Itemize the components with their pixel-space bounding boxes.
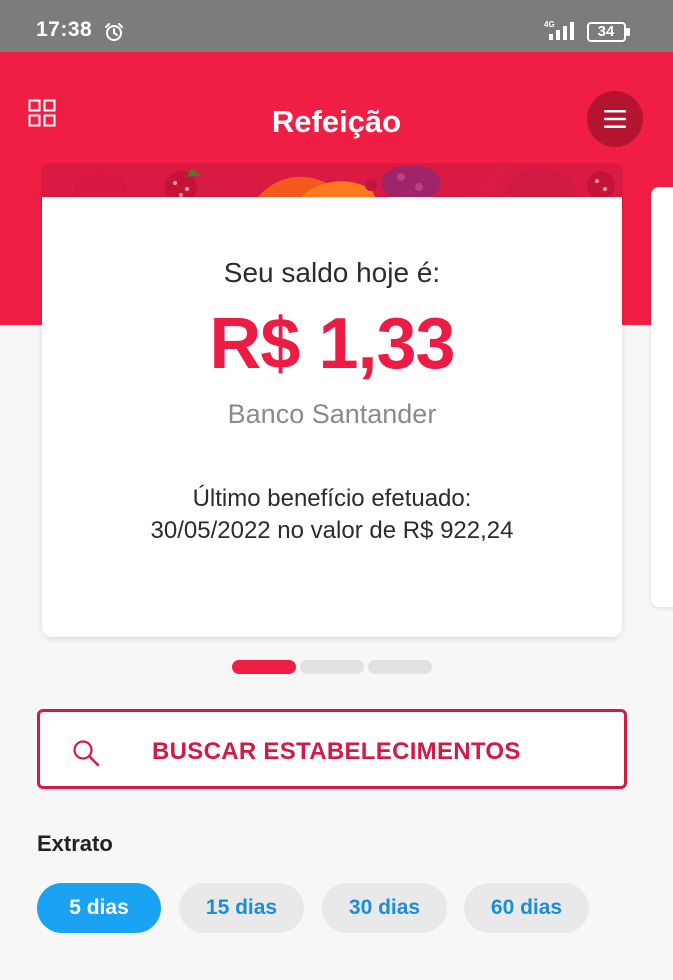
menu-icon [604, 110, 626, 128]
menu-button[interactable] [587, 91, 643, 147]
last-benefit-title: Último benefício efetuado: [192, 485, 472, 512]
statement-title: Extrato [37, 831, 113, 856]
balance-card[interactable]: Seu saldo hoje é: R$ 1,33 Banco Santande… [42, 197, 622, 637]
status-bar: 17:38 4G 34 [0, 0, 673, 52]
signal-icon [549, 22, 574, 40]
pager-dot [232, 660, 296, 674]
search-establishments-button[interactable]: BUSCAR ESTABELECIMENTOS [37, 709, 627, 789]
filter-chip-15-days[interactable]: 15 dias [179, 883, 304, 933]
balance-label: Seu saldo hoje é: [223, 257, 441, 288]
filter-chip-60-days[interactable]: 60 dias [464, 883, 589, 933]
filter-chip-30-days[interactable]: 30 dias [322, 883, 447, 933]
last-benefit-detail: 30/05/2022 no valor de R$ 922,24 [150, 517, 514, 544]
pager-dot [368, 660, 432, 674]
battery-level: 34 [597, 23, 615, 40]
page-title: Refeição [271, 104, 402, 139]
search-icon [73, 740, 100, 767]
last-benefit-info: Último benefício efetuado: 30/05/2022 no… [42, 483, 622, 547]
filter-chip-5-days[interactable]: 5 dias [37, 883, 161, 933]
alarm-icon [105, 23, 123, 41]
pager-dot [300, 660, 364, 674]
balance-amount: R$ 1,33 [209, 304, 455, 384]
card-pager [232, 660, 432, 674]
status-time: 17:38 [36, 18, 93, 41]
search-establishments-label: BUSCAR ESTABELECIMENTOS [152, 738, 521, 765]
next-card-peek[interactable] [651, 187, 673, 607]
bank-name: Banco Santander [227, 399, 437, 429]
